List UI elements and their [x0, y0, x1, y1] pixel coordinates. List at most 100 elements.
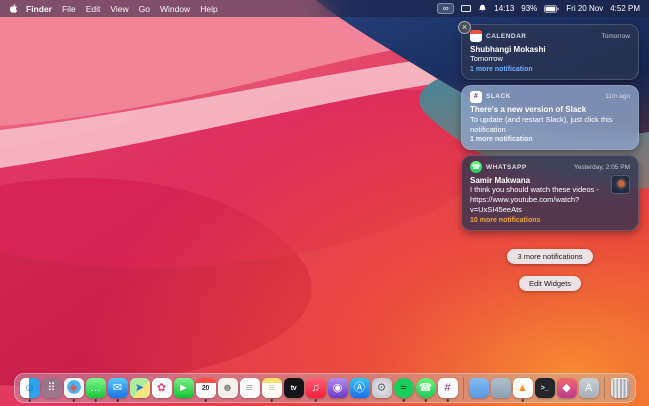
- tv-icon: tv: [290, 384, 297, 392]
- menu-bar-status: ∞ 14:13 93% Fri 20 Nov 4:52 PM: [437, 3, 640, 14]
- messages-icon: …: [90, 381, 101, 394]
- dock-item-trash[interactable]: [610, 378, 629, 398]
- dock-item-app-store[interactable]: Ⓐ: [349, 378, 370, 398]
- dock-item-tv[interactable]: tv: [283, 378, 304, 398]
- whatsapp-icon: ☎: [418, 381, 433, 394]
- mail-icon: ✉: [112, 381, 123, 394]
- dock-item-photos[interactable]: ✿: [151, 378, 172, 398]
- slack-app-icon: #: [470, 90, 482, 103]
- recording-timer[interactable]: 14:13: [494, 4, 514, 13]
- notification-body: I think you should watch these videos - …: [470, 185, 599, 214]
- dock-item-folder-documents[interactable]: [468, 378, 489, 398]
- dock-item-folder-applications[interactable]: A: [578, 378, 599, 398]
- card-header: CALENDAR Tomorrow: [470, 30, 630, 42]
- notification-body: To update (and restart Slack), just clic…: [470, 114, 613, 134]
- photos-icon: ✿: [156, 381, 167, 394]
- music-icon: ♫: [311, 381, 320, 394]
- menu-window[interactable]: Window: [160, 4, 190, 14]
- menu-finder[interactable]: Finder: [26, 4, 52, 14]
- dock-item-maps[interactable]: ➤: [129, 378, 150, 398]
- running-indicator: [72, 399, 75, 402]
- dock-item-reminders[interactable]: ≡: [239, 378, 260, 398]
- menu-help[interactable]: Help: [200, 4, 217, 14]
- folder-applications-icon: A: [584, 381, 593, 394]
- menu-bar-date[interactable]: Fri 20 Nov: [566, 4, 603, 13]
- video-thumbnail: [611, 175, 630, 195]
- close-notification-button[interactable]: ×: [458, 21, 471, 34]
- dock-item-folder-downloads[interactable]: [490, 378, 511, 398]
- terminal-icon: >_: [540, 384, 549, 392]
- more-notifications-link[interactable]: 1 more notification: [470, 136, 630, 143]
- dock-item-facetime[interactable]: ►: [173, 378, 194, 398]
- dock-separator: [603, 377, 605, 399]
- vlc-icon: ▲: [517, 381, 528, 394]
- notification-timestamp: Tomorrow: [601, 32, 630, 40]
- app-store-icon: Ⓐ: [354, 381, 365, 394]
- dock-item-spotify[interactable]: ≈: [393, 378, 414, 402]
- notification-card-whatsapp[interactable]: ☎ WHATSAPP Yesterday, 2:05 PM Samir Makw…: [461, 155, 639, 231]
- system-preferences-icon: ⚙: [376, 381, 387, 394]
- running-indicator: [424, 399, 427, 402]
- more-notifications-button[interactable]: 3 more notifications: [507, 248, 593, 264]
- running-indicator: [314, 399, 317, 402]
- dock-item-podcasts[interactable]: ◉: [327, 378, 348, 398]
- dock-item-finder[interactable]: ☺: [19, 378, 40, 402]
- more-notifications-link[interactable]: 10 more notifications: [470, 217, 606, 224]
- menu-bar-left: Finder File Edit View Go Window Help: [9, 3, 218, 14]
- more-notifications-link[interactable]: 1 more notification: [470, 66, 630, 73]
- card-texts: Samir Makwana I think you should watch t…: [470, 173, 606, 224]
- battery-percentage[interactable]: 93%: [521, 4, 537, 13]
- dock-item-terminal[interactable]: >_: [534, 378, 555, 398]
- dock-item-slack[interactable]: #: [437, 378, 458, 402]
- dock-item-notes[interactable]: ≡: [261, 378, 282, 402]
- running-indicator: [94, 399, 97, 402]
- notification-card-slack[interactable]: # SLACK 11m ago There's a new version of…: [461, 84, 639, 151]
- apple-menu-icon[interactable]: [9, 3, 18, 14]
- dock-item-mail[interactable]: ✉: [107, 378, 128, 402]
- dock-item-contacts[interactable]: ☻: [217, 378, 238, 398]
- app-name-label: WHATSAPP: [486, 163, 527, 171]
- card-header: # SLACK 11m ago: [470, 90, 630, 103]
- dock-separator: [462, 377, 464, 399]
- dock-item-vlc[interactable]: ▲: [512, 378, 533, 402]
- notification-timestamp: 11m ago: [605, 93, 630, 101]
- running-indicator: [402, 399, 405, 402]
- card-content-row: Samir Makwana I think you should watch t…: [470, 173, 630, 224]
- launchpad-icon: ⠿: [47, 381, 56, 394]
- edit-widgets-button[interactable]: Edit Widgets: [518, 275, 582, 291]
- dock: ☺ ⠿ ◈ … ✉ ➤ ✿ ► 20 ☻ ≡ ≡ tv ♫ ◉ Ⓐ ⚙ ≈ ☎ # ▲ >_ ◆ A: [13, 373, 636, 403]
- podcasts-icon: ◉: [332, 381, 343, 394]
- notification-center: × CALENDAR Tomorrow Shubhangi Mokashi To…: [458, 21, 639, 291]
- running-indicator: [270, 399, 273, 402]
- menu-bar-clock[interactable]: 4:52 PM: [610, 4, 640, 13]
- safari-icon: ◈: [69, 381, 78, 394]
- facetime-icon: ►: [178, 381, 189, 394]
- media-app-icon: ◆: [562, 381, 571, 394]
- battery-icon[interactable]: [544, 4, 559, 13]
- app-name-label: SLACK: [486, 93, 511, 101]
- dock-item-calendar[interactable]: 20: [195, 378, 216, 402]
- notification-title: Shubhangi Mokashi: [470, 44, 546, 54]
- menu-view[interactable]: View: [110, 4, 128, 14]
- dock-item-system-preferences[interactable]: ⚙: [371, 378, 392, 398]
- notification-title: There's a new version of Slack: [470, 105, 587, 115]
- dock-item-media-app[interactable]: ◆: [556, 378, 577, 398]
- notification-title: Samir Makwana: [470, 175, 531, 185]
- dock-item-music[interactable]: ♫: [305, 378, 326, 402]
- notification-bell-icon[interactable]: [478, 4, 487, 13]
- menu-file[interactable]: File: [62, 4, 76, 14]
- dock-item-messages[interactable]: …: [85, 378, 106, 402]
- running-indicator: [116, 399, 119, 402]
- notification-card-calendar[interactable]: × CALENDAR Tomorrow Shubhangi Mokashi To…: [458, 21, 639, 80]
- running-indicator: [204, 399, 207, 402]
- loop-indicator-icon[interactable]: ∞: [437, 3, 455, 14]
- dock-item-safari[interactable]: ◈: [63, 378, 84, 402]
- calendar-app-icon: [470, 30, 482, 42]
- display-icon[interactable]: [461, 5, 472, 12]
- menu-go[interactable]: Go: [139, 4, 150, 14]
- contacts-icon: ☻: [221, 381, 234, 394]
- slack-icon: #: [444, 381, 451, 394]
- menu-edit[interactable]: Edit: [86, 4, 101, 14]
- dock-item-launchpad[interactable]: ⠿: [41, 378, 62, 398]
- dock-item-whatsapp[interactable]: ☎: [415, 378, 436, 402]
